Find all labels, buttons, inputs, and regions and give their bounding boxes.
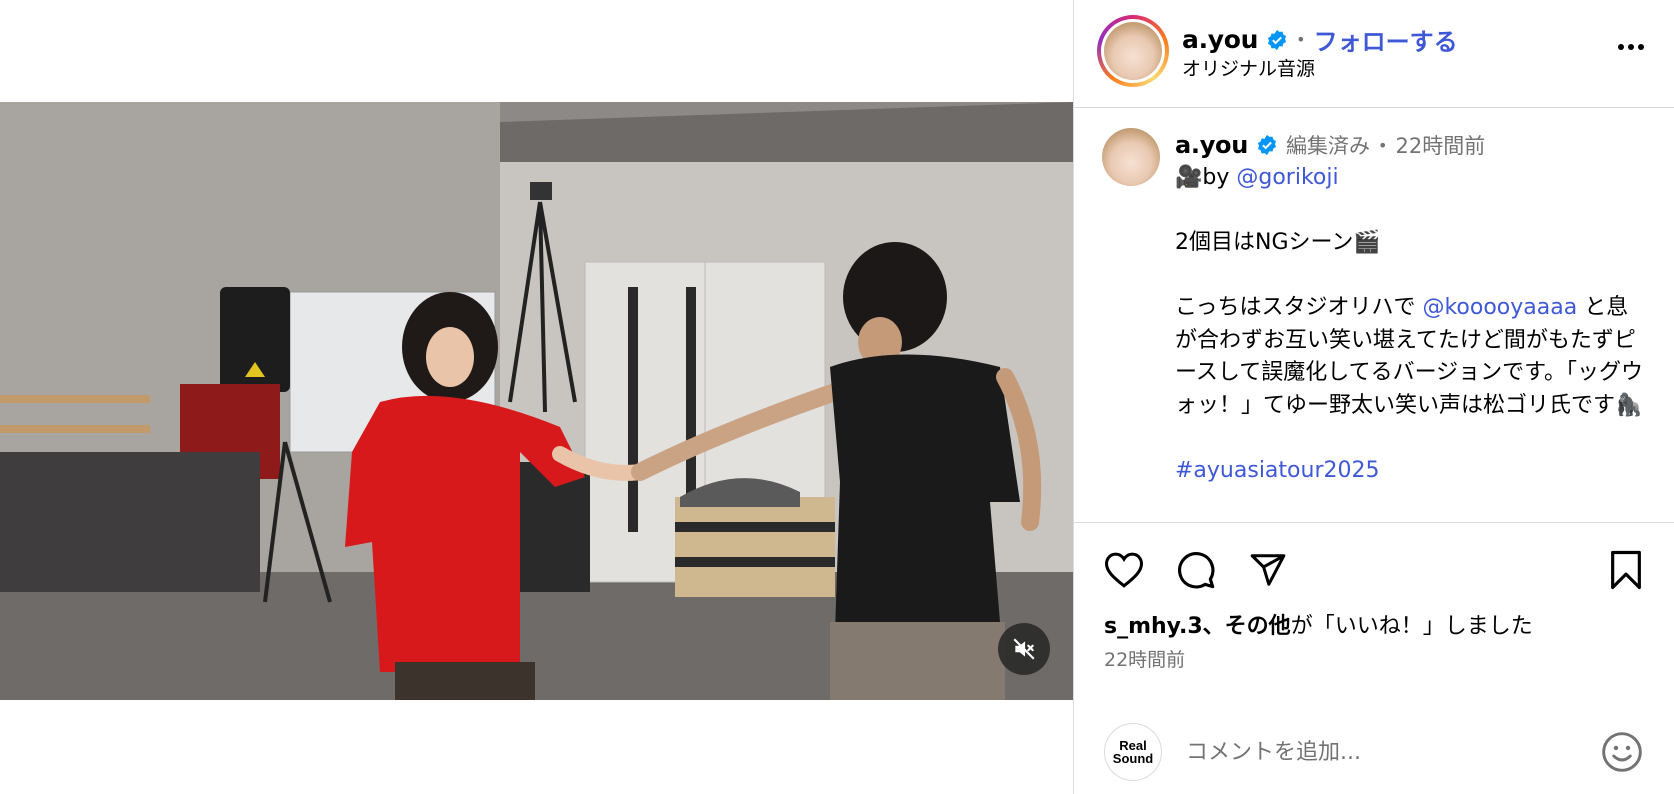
save-button[interactable] [1606, 548, 1646, 592]
separator-dot: • [1296, 30, 1306, 49]
mute-button[interactable] [998, 623, 1050, 675]
section-divider [1074, 690, 1674, 691]
video-player[interactable] [0, 102, 1073, 700]
caption-line: こっちはスタジオリハで [1175, 295, 1423, 320]
video-frame [0, 102, 1073, 700]
avatar-text: Sound [1112, 751, 1154, 766]
avatar-image [1104, 22, 1162, 80]
edited-label: 編集済み [1286, 134, 1371, 158]
section-divider [1074, 522, 1674, 523]
share-button[interactable] [1246, 548, 1290, 592]
muted-speaker-icon [1013, 638, 1035, 660]
share-icon [1250, 554, 1286, 586]
action-bar [1102, 548, 1290, 592]
likes-text: が「いいね！」しました [1290, 614, 1533, 639]
post-sidebar: a.you • フォローする オリジナル音源 a.you 編集済み • 22時間… [1074, 0, 1674, 794]
posted-time[interactable]: 22時間前 [1104, 645, 1185, 672]
commenter-avatar: Real Sound [1104, 723, 1162, 781]
verified-badge-icon [1256, 134, 1278, 156]
more-options-icon[interactable] [1618, 44, 1644, 50]
heart-icon [1104, 552, 1144, 588]
caption-section: a.you 編集済み • 22時間前 🎥by @gorikoji 2個目はNGシ… [1074, 108, 1674, 522]
audio-label[interactable]: オリジナル音源 [1182, 54, 1315, 81]
like-button[interactable] [1102, 548, 1146, 592]
mention-link[interactable]: @kooooyaaaa [1422, 295, 1577, 320]
follow-button[interactable]: フォローする [1314, 22, 1458, 57]
caption-line: 2個目はNGシーン🎬 [1175, 230, 1381, 255]
liker-username[interactable]: s_mhy.3 [1104, 614, 1203, 639]
likes-others[interactable]: 、その他 [1203, 614, 1291, 639]
post-header: a.you • フォローする オリジナル音源 [1074, 0, 1674, 108]
emoji-icon [1602, 732, 1642, 772]
separator-dot: • [1378, 135, 1388, 155]
mention-link[interactable]: @gorikoji [1236, 165, 1338, 190]
author-username[interactable]: a.you [1182, 25, 1258, 54]
emoji-button[interactable] [1600, 730, 1644, 774]
media-pane [0, 0, 1073, 794]
bookmark-icon [1611, 550, 1641, 590]
caption-credit: 🎥by [1175, 165, 1237, 190]
likes-summary[interactable]: s_mhy.3、その他が「いいね！」しました [1104, 608, 1533, 640]
comment-icon [1178, 552, 1215, 589]
author-avatar[interactable] [1097, 15, 1169, 87]
verified-badge-icon [1266, 29, 1288, 51]
comment-button[interactable] [1174, 548, 1218, 592]
caption-username[interactable]: a.you [1175, 131, 1248, 159]
hashtag-link[interactable]: #ayuasiatour2025 [1175, 458, 1379, 483]
caption-text: 🎥by @gorikoji 2個目はNGシーン🎬 こっちはスタジオリハで @ko… [1175, 162, 1645, 487]
comment-input[interactable] [1184, 733, 1568, 771]
post-time[interactable]: 22時間前 [1395, 130, 1485, 160]
caption-author-avatar[interactable] [1102, 128, 1160, 186]
